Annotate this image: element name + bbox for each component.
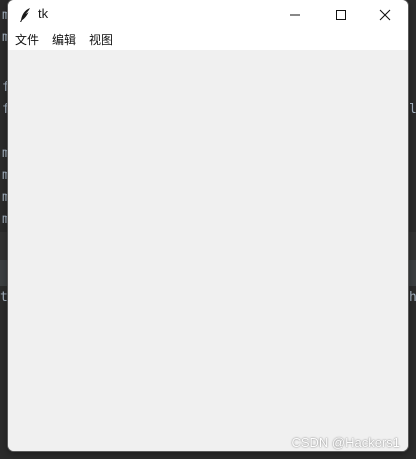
window-title: tk — [38, 6, 49, 21]
menu-edit[interactable]: 编辑 — [46, 30, 82, 50]
editor-edge-char: l — [409, 102, 416, 117]
title-bar[interactable]: tk — [8, 0, 408, 30]
maximize-icon — [335, 6, 347, 25]
editor-edge-char: h — [409, 290, 416, 305]
watermark: CSDN @Hackers1 — [291, 435, 400, 450]
close-button[interactable] — [362, 0, 408, 30]
minimize-button[interactable] — [272, 0, 318, 30]
editor-edge-char: t — [0, 290, 8, 305]
menu-file[interactable]: 文件 — [9, 30, 45, 50]
menu-view[interactable]: 视图 — [83, 30, 119, 50]
tk-window: tk 文件 编辑 视图 — [8, 0, 408, 451]
close-icon — [379, 6, 391, 25]
feather-icon — [18, 7, 32, 23]
menu-bar: 文件 编辑 视图 — [8, 30, 408, 50]
client-area — [8, 50, 408, 451]
minimize-icon — [289, 6, 301, 25]
maximize-button[interactable] — [318, 0, 364, 30]
